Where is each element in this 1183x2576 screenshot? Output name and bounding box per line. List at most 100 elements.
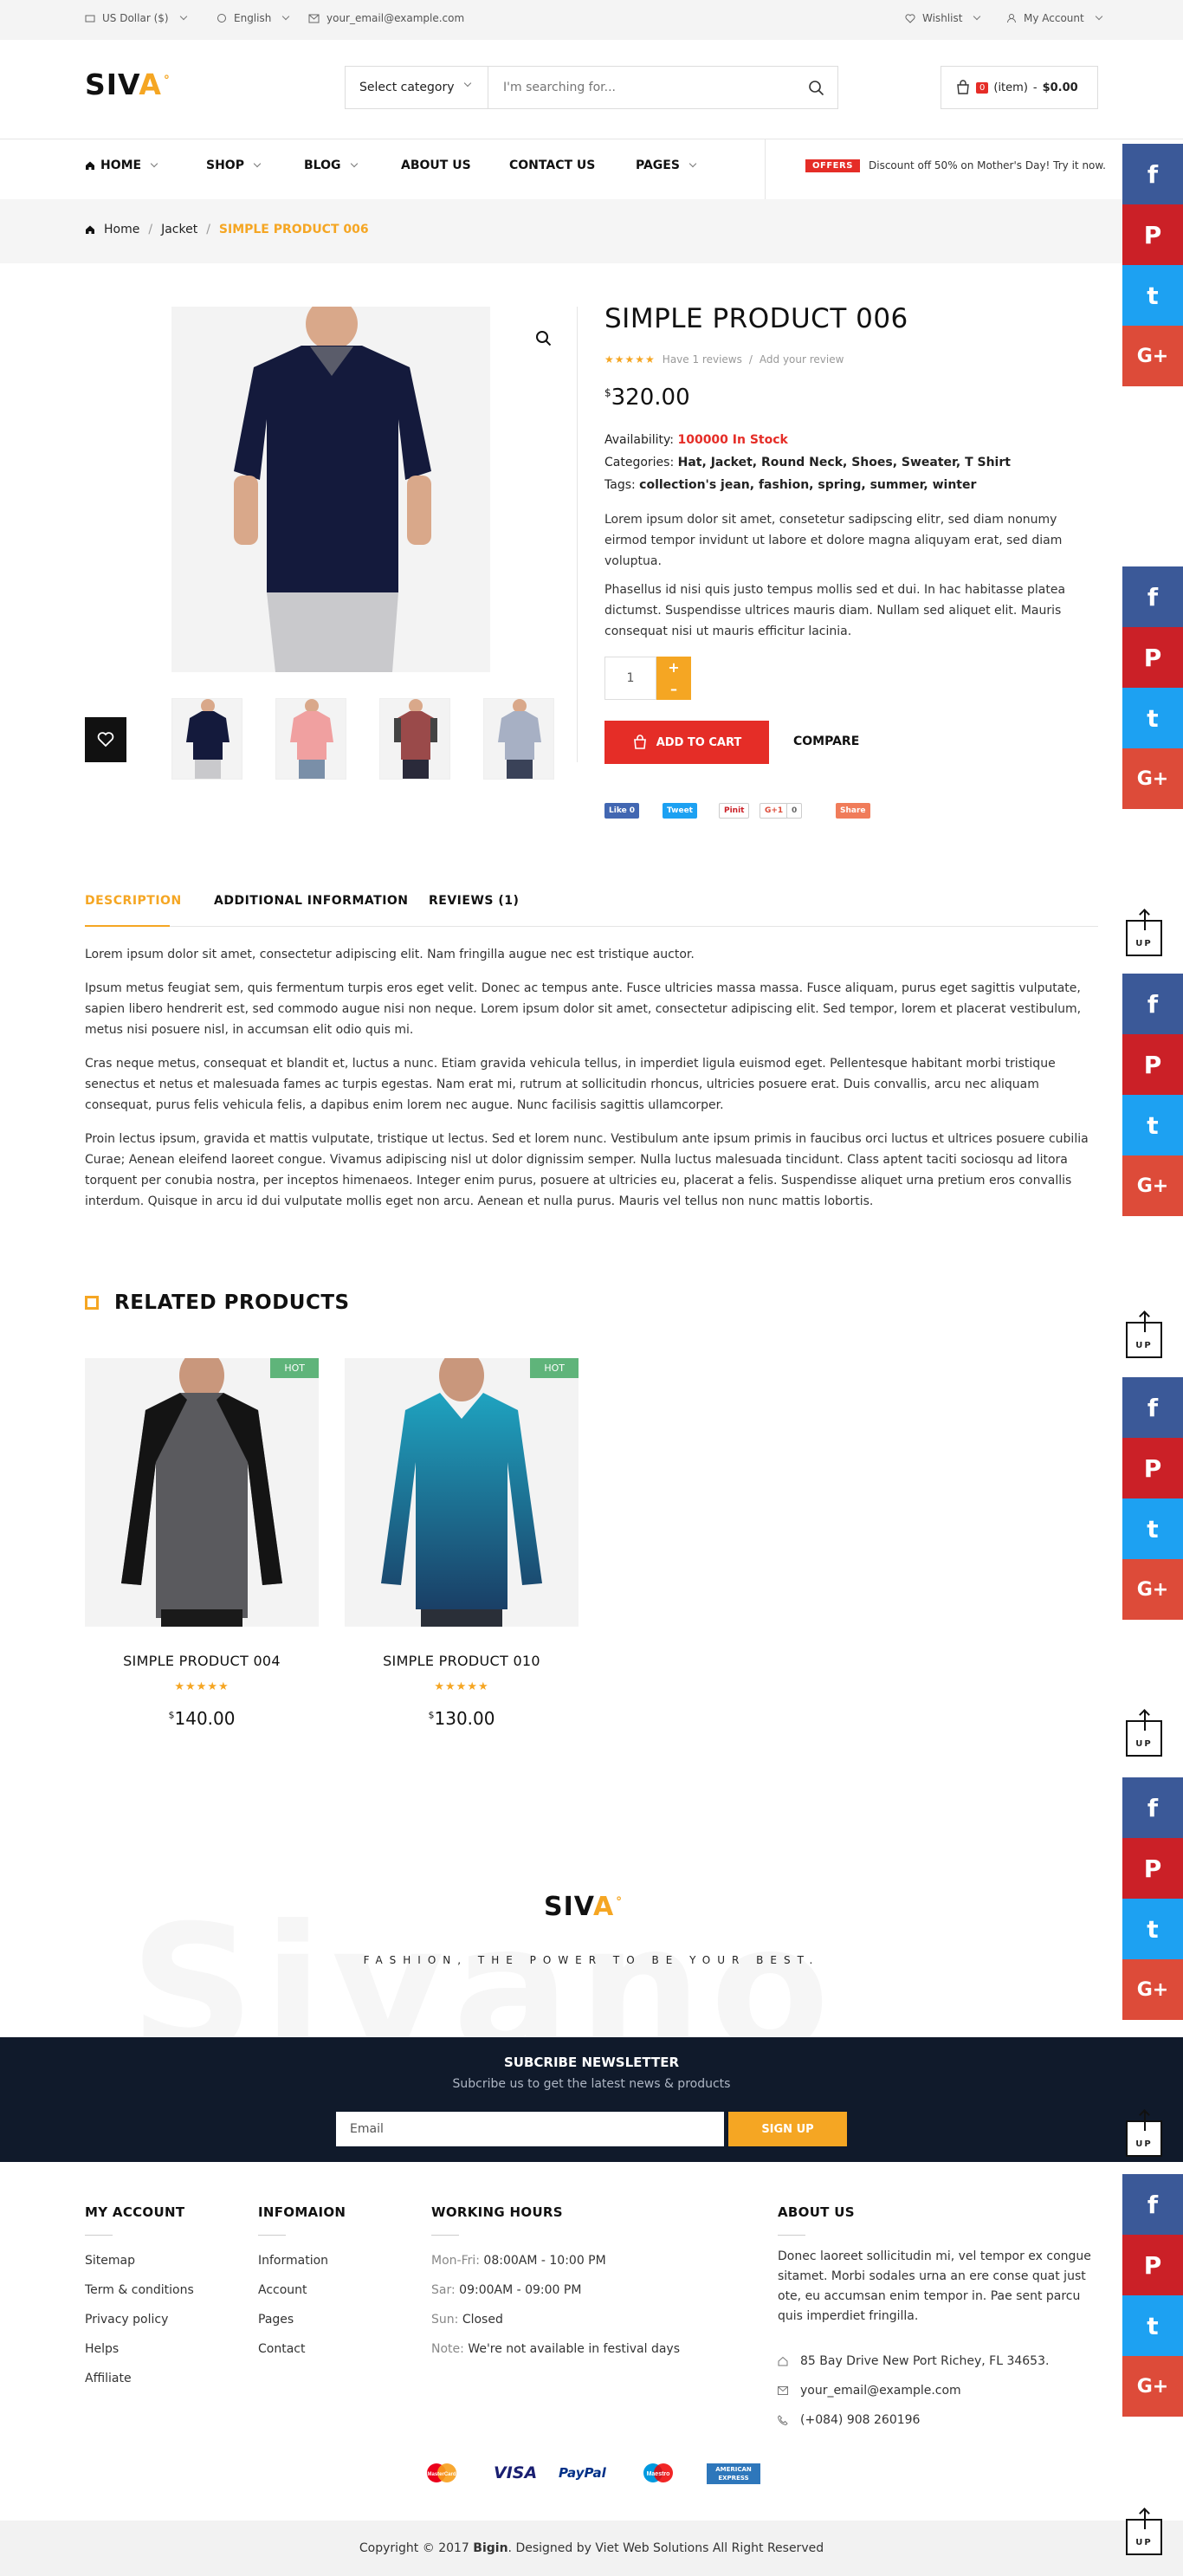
breadcrumb-category[interactable]: Jacket (161, 223, 197, 236)
footer-link[interactable]: Sitemap (85, 2254, 135, 2268)
add-to-wishlist-button[interactable] (85, 717, 126, 762)
pinterest-share-button[interactable]: P (1122, 204, 1183, 265)
compare-button[interactable]: COMPARE (793, 735, 859, 748)
footer-link[interactable]: Term & conditions (85, 2283, 194, 2297)
twitter-icon: t (1147, 1514, 1159, 1544)
scroll-to-top-button[interactable]: UP (1126, 2112, 1162, 2157)
product-card[interactable]: HOT (345, 1358, 579, 1627)
footer-logo[interactable]: SIVA ° (544, 1892, 623, 1922)
tab-description[interactable]: DESCRIPTION (85, 894, 182, 908)
price-value: 320.00 (611, 385, 690, 411)
google-plus-share-button[interactable]: G+ (1122, 1155, 1183, 1216)
signup-button[interactable]: SIGN UP (728, 2112, 847, 2146)
search-icon[interactable] (808, 80, 825, 97)
product-card-name[interactable]: SIMPLE PRODUCT 004 (85, 1653, 319, 1669)
pinterest-share-button[interactable]: P (1122, 627, 1183, 688)
google-plus-share-button[interactable]: G+ (1122, 326, 1183, 386)
rating-stars: ★★★★★ (604, 353, 656, 366)
facebook-share-button[interactable]: f (1122, 1777, 1183, 1838)
google-plus-button[interactable]: G+1 (760, 803, 789, 819)
nav-item-pages[interactable]: PAGES (636, 159, 697, 172)
quantity-decrease-button[interactable]: – (656, 678, 691, 700)
product-thumbnail[interactable] (483, 698, 554, 780)
breadcrumb-home[interactable]: Home (104, 223, 139, 236)
footer-link[interactable]: Contact (258, 2342, 305, 2356)
product-thumbnail[interactable] (379, 698, 450, 780)
related-heading-text: RELATED PRODUCTS (114, 1291, 350, 1314)
google-plus-share-button[interactable]: G+ (1122, 748, 1183, 809)
footer-link[interactable]: Helps (85, 2342, 119, 2356)
tweet-button[interactable]: Tweet (663, 803, 697, 819)
category-select[interactable]: Select category (346, 67, 488, 108)
copyright-brand[interactable]: Bigin (473, 2541, 507, 2555)
twitter-share-button[interactable]: t (1122, 2295, 1183, 2356)
scroll-to-top-button[interactable]: UP (1126, 911, 1162, 956)
about-email[interactable]: your_email@example.com (778, 2384, 961, 2398)
footer-link[interactable]: Pages (258, 2313, 294, 2327)
description-paragraph: Lorem ipsum dolor sit amet, consectetur … (85, 948, 695, 961)
google-plus-share-button[interactable]: G+ (1122, 2356, 1183, 2417)
categories-value[interactable]: Hat, Jacket, Round Neck, Shoes, Sweater,… (678, 456, 1011, 469)
nav-item-home[interactable]: HOME (85, 159, 158, 172)
wishlist-link[interactable]: Wishlist (905, 12, 981, 24)
twitter-share-button[interactable]: t (1122, 265, 1183, 326)
about-phone[interactable]: (+084) 908 260196 (778, 2413, 920, 2427)
tab-reviews[interactable]: REVIEWS (1) (429, 894, 519, 908)
newsletter-email-input[interactable]: Email (336, 2112, 724, 2146)
pinterest-share-button[interactable]: P (1122, 1438, 1183, 1498)
twitter-share-button[interactable]: t (1122, 1899, 1183, 1959)
contact-email[interactable]: your_email@example.com (308, 12, 464, 24)
twitter-share-button[interactable]: t (1122, 1095, 1183, 1155)
facebook-share-button[interactable]: f (1122, 974, 1183, 1034)
scroll-to-top-button[interactable]: UP (1126, 2510, 1162, 2555)
quantity-increase-button[interactable]: + (656, 657, 691, 678)
quantity-input[interactable]: 1 (604, 657, 656, 700)
tags-value[interactable]: collection's jean, fashion, spring, summ… (639, 478, 976, 492)
product-card[interactable]: HOT (85, 1358, 319, 1627)
search-input[interactable] (489, 67, 792, 108)
product-card-name[interactable]: SIMPLE PRODUCT 010 (345, 1653, 579, 1669)
product-thumbnail[interactable] (275, 698, 346, 780)
thumbnail-navy-shirt (186, 699, 229, 779)
zoom-icon[interactable] (535, 330, 553, 347)
google-plus-share-button[interactable]: G+ (1122, 1959, 1183, 2020)
nav-item-blog[interactable]: BLOG (304, 159, 358, 172)
currency-selector[interactable]: US Dollar ($) (85, 12, 187, 24)
google-plus-share-button[interactable]: G+ (1122, 1559, 1183, 1620)
add-to-cart-button[interactable]: ADD TO CART (604, 721, 769, 764)
facebook-share-button[interactable]: f (1122, 2174, 1183, 2235)
facebook-share-button[interactable]: f (1122, 566, 1183, 627)
product-main-image[interactable] (171, 307, 490, 672)
footer-link[interactable]: Privacy policy (85, 2313, 168, 2327)
currency-symbol: $ (604, 386, 611, 399)
tab-additional-information[interactable]: ADDITIONAL INFORMATION (214, 894, 409, 908)
facebook-share-button[interactable]: f (1122, 144, 1183, 204)
cart-button[interactable]: 0 (item) - $0.00 (941, 66, 1098, 109)
footer-link[interactable]: Information (258, 2254, 328, 2268)
share-button[interactable]: Share (836, 803, 870, 819)
language-selector[interactable]: English (217, 12, 290, 24)
site-logo[interactable]: SIVA ° (85, 68, 171, 101)
facebook-share-button[interactable]: f (1122, 1377, 1183, 1438)
footer-heading-underline (778, 2235, 805, 2236)
footer-link[interactable]: Affiliate (85, 2372, 132, 2385)
twitter-share-button[interactable]: t (1122, 688, 1183, 748)
account-link[interactable]: My Account (1006, 12, 1102, 24)
scroll-to-top-button[interactable]: UP (1126, 1712, 1162, 1757)
pinterest-share-button[interactable]: P (1122, 1034, 1183, 1095)
pinterest-share-button[interactable]: P (1122, 1838, 1183, 1899)
reviews-link[interactable]: Have 1 reviews (663, 353, 742, 366)
product-thumbnail[interactable] (171, 698, 242, 780)
nav-item-about[interactable]: ABOUT US (401, 159, 471, 172)
pinit-button[interactable]: Pinit (719, 803, 750, 819)
offer-text[interactable]: Discount off 50% on Mother's Day! Try it… (869, 159, 1106, 172)
nav-item-contact[interactable]: CONTACT US (509, 159, 595, 172)
twitter-share-button[interactable]: t (1122, 1498, 1183, 1559)
pinterest-share-button[interactable]: P (1122, 2235, 1183, 2295)
nav-item-shop[interactable]: SHOP (206, 159, 262, 172)
footer-link[interactable]: Account (258, 2283, 307, 2297)
facebook-like-button[interactable]: Like 0 (604, 803, 640, 819)
scroll-to-top-button[interactable]: UP (1126, 1313, 1162, 1358)
copyright-suffix: . Designed by Viet Web Solutions All Rig… (507, 2541, 824, 2555)
add-review-link[interactable]: Add your review (760, 353, 844, 366)
